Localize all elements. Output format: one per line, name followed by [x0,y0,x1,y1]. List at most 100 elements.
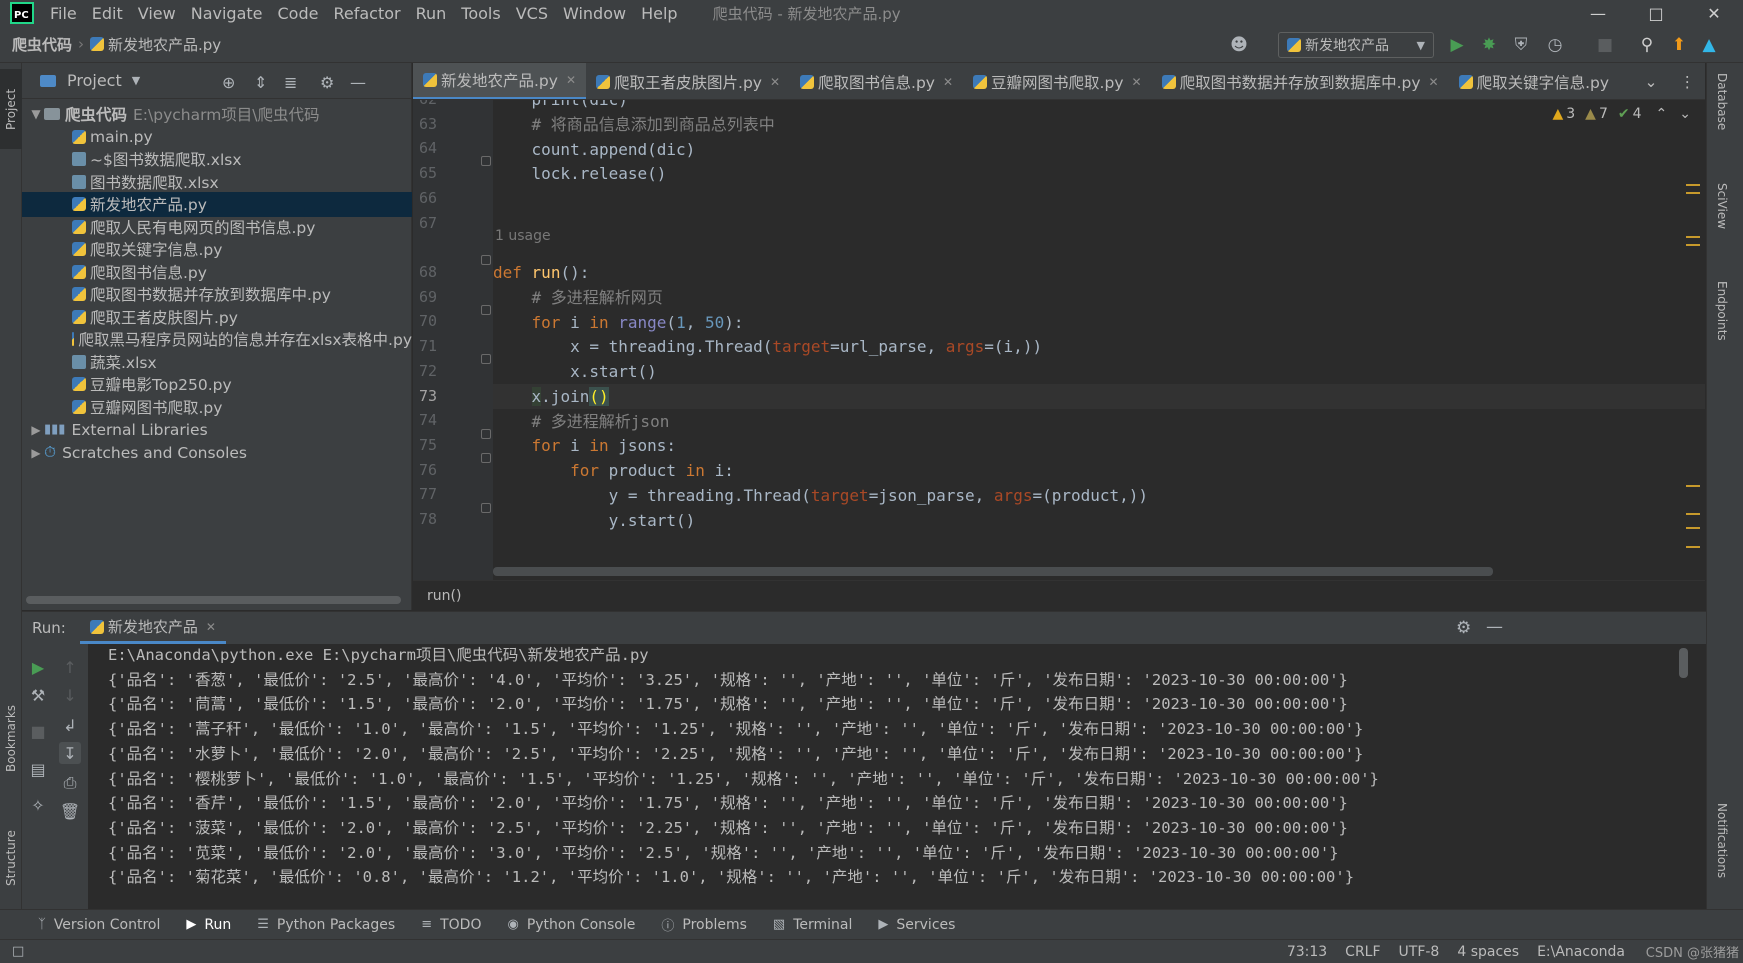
previous-highlight-icon[interactable]: ⌃ [1656,106,1668,122]
fold-marker-icon[interactable] [481,305,491,315]
breadcrumb-function[interactable]: run() [427,588,461,604]
tree-file-item[interactable]: 蔬菜.xlsx [22,349,412,374]
version-control-tool-button[interactable]: ᛉ Version Control [38,917,160,933]
layout-icon[interactable]: ▤ [27,758,49,780]
tree-file-item[interactable]: 图书数据爬取.xlsx [22,169,412,194]
stop-icon[interactable]: ■ [1594,34,1616,56]
coverage-icon[interactable]: ⛨ [1510,34,1532,56]
editor-tab-xinfadi[interactable]: 新发地农产品.py ✕ [413,63,587,99]
print-icon[interactable]: ⎙ [59,772,81,794]
tree-scratches[interactable]: ▶ ⏱ Scratches and Consoles [22,440,412,465]
run-console-output[interactable]: E:\Anaconda\python.exe E:\pycharm项目\爬虫代码… [88,644,1706,910]
debug-icon[interactable]: ✸ [1478,34,1500,56]
tree-root-folder[interactable]: ▼ 爬虫代码 E:\pycharm项目\爬虫代码 [22,101,412,126]
profile-icon[interactable]: ◷ [1544,34,1566,56]
tool-window-toggle-icon[interactable]: □ [12,944,24,959]
editor-tab-wangzhe[interactable]: 爬取王者皮肤图片.py ✕ [586,63,790,99]
tree-file-item[interactable]: 爬取图书数据并存放到数据库中.py [22,282,412,307]
pin-icon[interactable]: ✧ [27,794,49,816]
fold-marker-icon[interactable] [481,255,491,265]
search-icon[interactable]: ⚲ [1636,34,1658,56]
project-title[interactable]: Project [67,71,122,90]
todo-tool-button[interactable]: ≡ TODO [421,917,481,933]
menu-edit[interactable]: Edit [92,4,123,23]
scroll-marker[interactable] [1686,192,1700,194]
scroll-marker[interactable] [1686,527,1700,529]
terminal-tool-button[interactable]: ▧ Terminal [773,917,852,933]
tree-file-item[interactable]: ~$图书数据爬取.xlsx [22,147,412,172]
close-icon[interactable]: ✕ [943,75,953,89]
close-icon[interactable]: ✕ [1132,75,1142,89]
menu-vcs[interactable]: VCS [516,4,548,23]
endpoints-tool-tab[interactable]: Endpoints [1715,281,1729,341]
hide-panel-icon[interactable]: — [350,73,366,92]
tree-file-item[interactable]: 豆瓣网图书爬取.py [22,394,412,419]
caret-position[interactable]: 73:13 [1287,944,1327,960]
close-window-icon[interactable]: ✕ [1685,0,1743,26]
update-icon[interactable]: ⬆ [1668,34,1690,56]
scroll-marker[interactable] [1686,485,1700,487]
fold-marker-icon[interactable] [481,156,491,166]
code-editor[interactable]: 6263646566676869707172737475767778 print… [413,100,1705,580]
locate-file-icon[interactable]: ⊕ [222,73,235,92]
tree-external-libraries[interactable]: ▶ ▮▮▮ External Libraries [22,417,412,442]
close-icon[interactable]: ✕ [566,73,576,87]
console-vertical-scrollbar[interactable] [1679,648,1688,678]
editor-tab-books-db[interactable]: 爬取图书数据并存放到数据库中.py ✕ [1152,63,1449,99]
tree-file-item[interactable]: 爬取黑马程序员网站的信息并存在xlsx表格中.py [22,327,412,352]
menu-window[interactable]: Window [563,4,626,23]
sciview-tool-tab[interactable]: SciView [1715,183,1729,229]
tab-list-chevron-icon[interactable]: ⌄ [1633,63,1670,99]
chevron-right-icon[interactable]: ▶ [28,446,44,460]
menu-view[interactable]: View [138,4,176,23]
tree-file-item[interactable]: 豆瓣电影Top250.py [22,372,412,397]
soft-wrap-icon[interactable]: ↲ [59,714,81,736]
tree-file-item[interactable]: 爬取关键字信息.py [22,237,412,262]
hide-panel-icon[interactable]: — [1486,617,1503,637]
fold-marker-icon[interactable] [481,354,491,364]
close-icon[interactable]: ✕ [770,75,780,89]
scroll-marker[interactable] [1686,244,1700,246]
usage-hint[interactable]: 1 usage [495,228,551,244]
user-icon[interactable]: ☻ [1228,34,1250,56]
trash-icon[interactable]: 🗑 [59,800,81,822]
minimize-icon[interactable]: — [1569,0,1627,26]
editor-horizontal-scrollbar[interactable] [493,567,1493,576]
scroll-marker[interactable] [1686,513,1700,515]
database-tool-tab[interactable]: Database [1715,73,1729,130]
code-with-me-icon[interactable]: ▲ [1698,34,1720,56]
gear-icon[interactable]: ⚙ [320,73,334,92]
line-separator[interactable]: CRLF [1345,944,1380,960]
collapse-all-icon[interactable]: ≣ [284,73,297,92]
problems-tool-button[interactable]: ⓘ Problems [661,915,747,935]
tree-file-item[interactable]: main.py [22,124,412,149]
next-highlight-icon[interactable]: ⌄ [1679,106,1691,122]
scroll-marker[interactable] [1686,184,1700,186]
menu-help[interactable]: Help [641,4,677,23]
menu-file[interactable]: File [50,4,77,23]
fold-marker-icon[interactable] [481,503,491,513]
menu-tools[interactable]: Tools [461,4,500,23]
fold-marker-icon[interactable] [481,429,491,439]
rerun-icon[interactable]: ▶ [27,656,49,678]
close-icon[interactable]: ✕ [1429,75,1439,89]
project-horizontal-scrollbar[interactable] [26,596,401,604]
tree-file-item[interactable]: 新发地农产品.py [22,191,412,217]
structure-tool-tab[interactable]: Structure [0,811,22,906]
tree-file-item[interactable]: 爬取人民有电网页的图书信息.py [22,214,412,239]
notifications-tool-tab[interactable]: Notifications [1715,803,1729,878]
wrench-icon[interactable]: ⚒ [27,684,49,706]
expand-all-icon[interactable]: ⇕ [254,73,267,92]
editor-tab-books[interactable]: 爬取图书信息.py ✕ [790,63,963,99]
maximize-icon[interactable]: □ [1627,0,1685,26]
project-tool-tab[interactable]: Project [0,69,22,149]
more-options-icon[interactable]: ⋮ [1670,63,1706,99]
stop-icon[interactable]: ■ [27,720,49,742]
close-icon[interactable]: ✕ [206,620,216,634]
menu-refactor[interactable]: Refactor [333,4,400,23]
python-console-tool-button[interactable]: ◉ Python Console [507,917,635,933]
up-arrow-icon[interactable]: ↑ [59,656,81,678]
menu-code[interactable]: Code [278,4,319,23]
python-packages-tool-button[interactable]: ☰ Python Packages [257,917,395,933]
fold-marker-icon[interactable] [481,453,491,463]
